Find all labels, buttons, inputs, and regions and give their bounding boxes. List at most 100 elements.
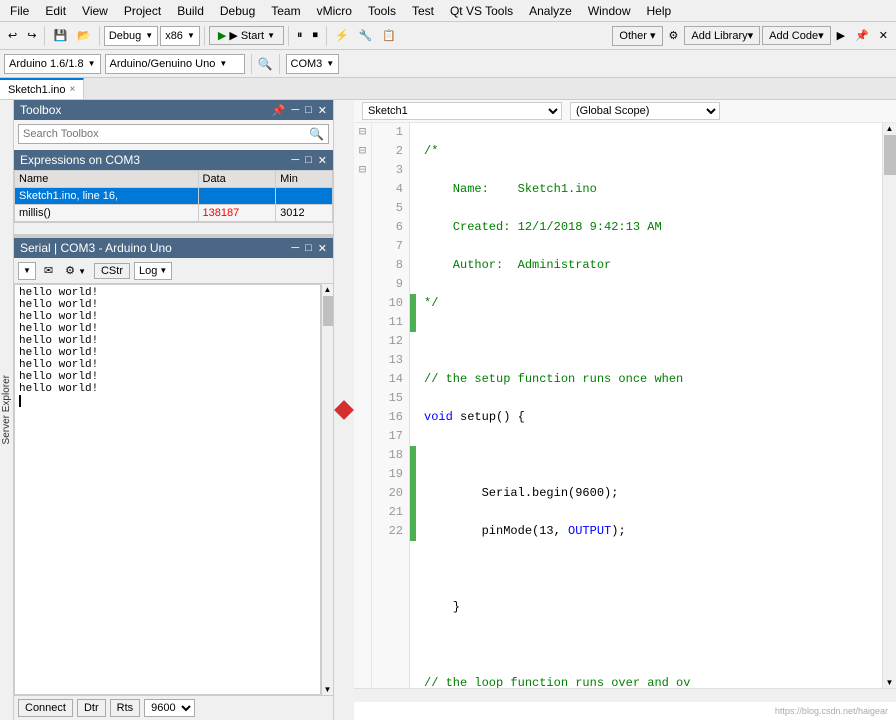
serial-minimize-btn[interactable]: ─ <box>291 242 299 255</box>
menu-team[interactable]: Team <box>263 2 308 20</box>
code-vscroll[interactable]: ▲ ▼ <box>882 123 896 688</box>
menu-window[interactable]: Window <box>580 2 639 20</box>
redo-btn[interactable]: ↪ <box>23 27 40 44</box>
menu-edit[interactable]: Edit <box>37 2 74 20</box>
code-scroll-up[interactable]: ▲ <box>886 124 894 133</box>
run-btn-2[interactable]: ▶ <box>833 27 849 44</box>
search-input[interactable] <box>23 128 309 140</box>
serial-line-3: hello world! <box>19 323 316 335</box>
serial-expand-btn[interactable]: □ <box>305 242 312 255</box>
code-scroll-thumb[interactable] <box>884 135 896 175</box>
config-dropdown[interactable]: Debug ▼ <box>104 26 158 46</box>
code-hscroll[interactable] <box>354 688 896 702</box>
pin-btn[interactable]: 📌 <box>851 27 873 44</box>
h-scroll-bar[interactable] <box>14 222 333 234</box>
toolbar-sep-7 <box>279 54 280 74</box>
menu-tools[interactable]: Tools <box>360 2 404 20</box>
code-line-1: /* <box>424 142 874 161</box>
tab-close-icon[interactable]: × <box>69 84 75 95</box>
code-line-12 <box>424 560 874 579</box>
gear-btn[interactable]: ⚙ <box>665 27 683 44</box>
serial-title: Serial | COM3 - Arduino Uno <box>20 241 172 255</box>
menu-build[interactable]: Build <box>169 2 212 20</box>
rts-button[interactable]: Rts <box>110 699 141 717</box>
log-dropdown[interactable]: Log ▼ <box>134 262 172 280</box>
menu-file[interactable]: File <box>2 2 37 20</box>
content-row: Server Explorer Toolbox 📌 ─ □ ✕ 🔍 <box>0 100 896 720</box>
expressions-table: Name Data Min Sketch1.ino, line 16, mill <box>14 170 333 222</box>
dtr-button[interactable]: Dtr <box>77 699 106 717</box>
col-data: Data <box>198 171 276 188</box>
menu-debug[interactable]: Debug <box>212 2 263 20</box>
baud-rate-select[interactable]: 9600 <box>144 699 195 717</box>
menu-project[interactable]: Project <box>116 2 169 20</box>
com-dropdown[interactable]: COM3 ▼ <box>286 54 340 74</box>
expr-name-selected: Sketch1.ino, line 16, <box>15 188 199 205</box>
expr-close-btn[interactable]: ✕ <box>318 154 327 167</box>
serial-close-btn[interactable]: ✕ <box>318 242 327 255</box>
fold-8[interactable]: ⊟ <box>354 142 371 161</box>
code-scroll-down[interactable]: ▼ <box>886 678 894 687</box>
menu-analyze[interactable]: Analyze <box>521 2 580 20</box>
stop-btn[interactable]: ⏹ <box>309 27 323 44</box>
serial-header: Serial | COM3 - Arduino Uno ─ □ ✕ <box>14 238 333 258</box>
start-button[interactable]: ▶ ▶ Start ▼ <box>209 26 284 45</box>
platform-dropdown[interactable]: x86 ▼ <box>160 26 200 46</box>
add-code-button[interactable]: Add Code▾ <box>762 26 830 45</box>
toolbox-minimize-btn[interactable]: ─ <box>291 104 299 117</box>
connect-button[interactable]: Connect <box>18 699 73 717</box>
tab-sketch[interactable]: Sketch1.ino × <box>0 78 84 99</box>
side-panel[interactable]: Server Explorer <box>0 100 14 720</box>
toolbar-btn-a[interactable]: ⚡ <box>331 27 353 44</box>
search-icon[interactable]: 🔍 <box>309 127 324 141</box>
open-btn[interactable]: 📂 <box>73 27 95 44</box>
toolbox-expand-btn[interactable]: □ <box>305 104 312 117</box>
serial-scrollbar[interactable]: ▲ ▼ <box>321 284 333 695</box>
scroll-up-btn[interactable]: ▲ <box>324 285 332 294</box>
global-scope-dropdown[interactable]: (Global Scope) <box>570 102 720 120</box>
code-text-area[interactable]: /* Name: Sketch1.ino Created: 12/1/2018 … <box>416 123 882 688</box>
line-num-6: 6 <box>378 218 403 237</box>
line-num-5: 5 <box>378 199 403 218</box>
board-dropdown[interactable]: Arduino 1.6/1.8 ▼ <box>4 54 101 74</box>
toolbar-btn-b[interactable]: 🔧 <box>355 27 377 44</box>
add-library-button[interactable]: Add Library▾ <box>684 26 760 45</box>
save-btn[interactable]: 💾 <box>49 27 71 44</box>
scope-dropdown[interactable]: Sketch1 <box>362 102 562 120</box>
toolbox-header: Toolbox 📌 ─ □ ✕ <box>14 100 333 120</box>
menu-view[interactable]: View <box>74 2 116 20</box>
code-editor-header: Sketch1 (Global Scope) <box>354 100 896 123</box>
toolbar-sep-5 <box>326 26 327 46</box>
other-dropdown[interactable]: Other ▾ <box>612 26 662 46</box>
expressions-selected-row[interactable]: Sketch1.ino, line 16, <box>15 188 333 205</box>
expr-expand-btn[interactable]: □ <box>305 154 312 167</box>
cstr-btn[interactable]: CStr <box>94 263 130 279</box>
expr-minimize-btn[interactable]: ─ <box>291 154 299 167</box>
serial-input-dropdown[interactable]: ▼ <box>18 262 36 280</box>
toolbar-sep-2 <box>99 26 100 46</box>
toolbox-pin-btn[interactable]: 📌 <box>272 104 286 117</box>
code-line-7: // the setup function runs once when <box>424 370 874 389</box>
expressions-title: Expressions on COM3 <box>20 153 140 167</box>
expressions-data-row[interactable]: millis() 138187 3012 <box>15 205 333 222</box>
serial-settings-btn[interactable]: ⚙ ▼ <box>61 262 90 279</box>
menu-test[interactable]: Test <box>404 2 442 20</box>
close-win-btn[interactable]: ✕ <box>875 27 892 44</box>
serial-mail-btn[interactable]: ✉ <box>40 262 57 279</box>
line-num-19: 19 <box>378 465 403 484</box>
pause-btn[interactable]: ⏸ <box>293 27 307 44</box>
undo-btn[interactable]: ↩ <box>4 27 21 44</box>
toolbar-btn-c[interactable]: 📋 <box>378 27 400 44</box>
red-diamond-container <box>334 100 354 720</box>
toolbox-close-btn[interactable]: ✕ <box>318 104 327 117</box>
scroll-thumb[interactable] <box>323 296 333 326</box>
menu-help[interactable]: Help <box>639 2 680 20</box>
scroll-down-btn[interactable]: ▼ <box>324 685 332 694</box>
device-dropdown[interactable]: Arduino/Genuino Uno ▼ <box>105 54 245 74</box>
fold-16[interactable]: ⊟ <box>354 161 371 180</box>
toolbox-search-bar: 🔍 <box>18 124 329 144</box>
fold-1[interactable]: ⊟ <box>354 123 371 142</box>
menu-qtvs[interactable]: Qt VS Tools <box>442 2 521 20</box>
menu-vmicro[interactable]: vMicro <box>309 2 360 20</box>
line-num-15: 15 <box>378 389 403 408</box>
